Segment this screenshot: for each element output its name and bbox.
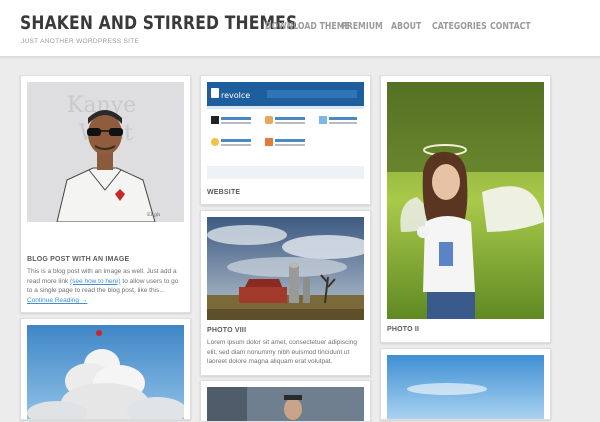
nav-categories[interactable]: CATEGORIES <box>432 21 487 32</box>
post-excerpt-photo-viii: Lorem ipsum dolor sit amet, consectetuer… <box>207 339 357 365</box>
post-thumbnail-clouds[interactable] <box>27 325 184 419</box>
post-card-sky <box>380 348 551 420</box>
site-tagline: JUST ANOTHER WORDPRESS SITE <box>21 38 140 45</box>
svg-text:revolce: revolce <box>221 91 250 100</box>
post-title-blog[interactable]: BLOG POST WITH AN IMAGE <box>27 256 129 263</box>
post-card-portrait <box>200 380 371 422</box>
post-title-website[interactable]: WEBSITE <box>207 189 240 196</box>
post-excerpt-blog: This is a blog post with an image as wel… <box>27 267 185 296</box>
nav-about[interactable]: ABOUT <box>391 21 421 32</box>
post-thumbnail-portrait[interactable] <box>207 387 364 421</box>
site-header: SHAKEN AND STIRRED THEMES JUST ANOTHER W… <box>0 0 600 57</box>
post-title-photo-ii[interactable]: PHOTO II <box>387 326 419 333</box>
svg-text:Eligh: Eligh <box>147 212 161 218</box>
post-thumbnail-photo-viii[interactable] <box>207 217 364 320</box>
post-card-website: revolce WEBSITE <box>200 75 371 205</box>
see-how-link[interactable]: (see how to here) <box>70 278 121 285</box>
post-thumbnail-blog[interactable]: Kanye West Eligh <box>27 82 184 222</box>
post-card-photo-ii: PHOTO II <box>380 75 551 343</box>
post-thumbnail-website[interactable]: revolce <box>207 82 364 179</box>
nav-download-theme[interactable]: DOWNLOAD THEME <box>265 21 350 32</box>
post-card-photo-viii: PHOTO VIII Lorem ipsum dolor sit amet, c… <box>200 210 371 376</box>
post-thumbnail-sky[interactable] <box>387 355 544 419</box>
post-thumbnail-photo-ii[interactable] <box>387 82 544 319</box>
post-card-clouds <box>20 318 191 420</box>
continue-reading-link[interactable]: Continue Reading → <box>27 297 87 304</box>
post-title-photo-viii[interactable]: PHOTO VIII <box>207 327 246 334</box>
nav-premium[interactable]: PREMIUM <box>341 21 383 32</box>
post-card-blog: Kanye West Eligh BLOG POST WITH AN IMAGE… <box>20 75 191 313</box>
nav-contact[interactable]: CONTACT <box>490 21 531 32</box>
main-nav: DOWNLOAD THEME PREMIUM ABOUT CATEGORIES … <box>0 21 600 35</box>
